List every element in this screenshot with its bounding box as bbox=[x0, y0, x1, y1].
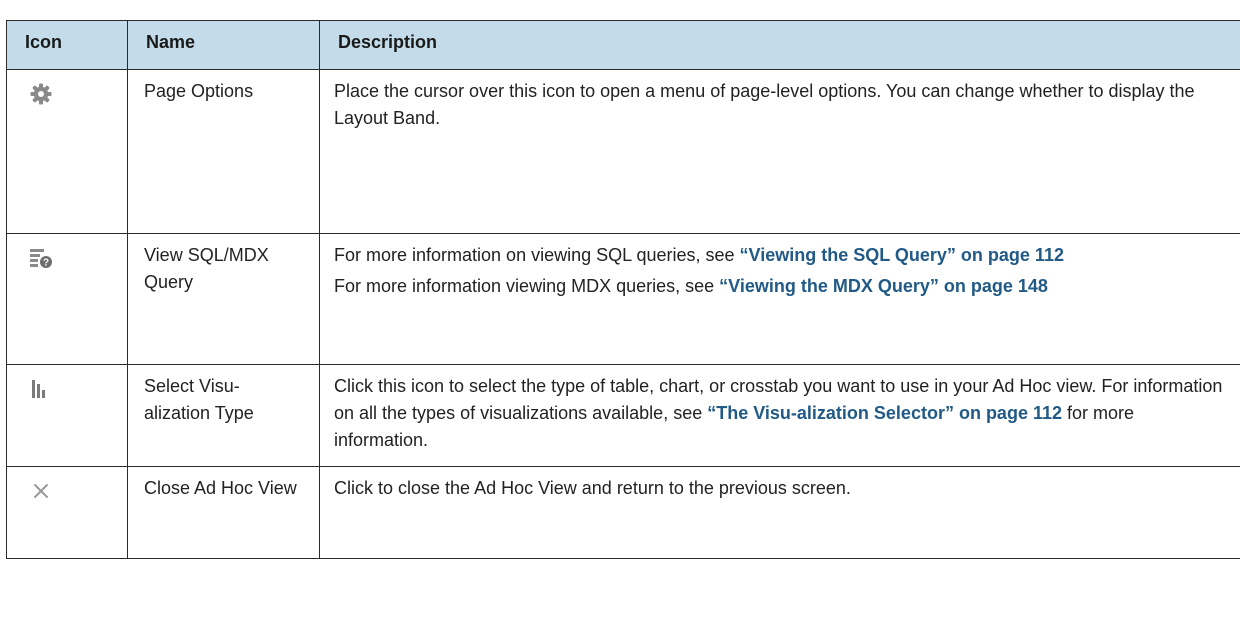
description-text-part: Place the cursor over this icon to open … bbox=[334, 81, 1195, 128]
description-cell: Place the cursor over this icon to open … bbox=[319, 69, 1240, 234]
description-text-part: Click to close the Ad Hoc View and retur… bbox=[334, 478, 851, 498]
item-name: Close Ad Hoc View bbox=[144, 478, 297, 498]
icon-cell: ? bbox=[6, 233, 128, 365]
description-cell: Click this icon to select the type of ta… bbox=[319, 364, 1240, 467]
close-icon[interactable] bbox=[29, 479, 53, 503]
name-cell: Close Ad Hoc View bbox=[127, 466, 320, 559]
icon-cell bbox=[6, 364, 128, 467]
description-text-part: For more information on viewing SQL quer… bbox=[334, 245, 740, 265]
description-text: Click to close the Ad Hoc View and retur… bbox=[334, 475, 1226, 502]
name-cell: View SQL/MDX Query bbox=[127, 233, 320, 365]
icon-cell bbox=[6, 466, 128, 559]
description-text: Place the cursor over this icon to open … bbox=[334, 78, 1226, 132]
gear-icon[interactable] bbox=[29, 82, 53, 106]
name-cell: Page Options bbox=[127, 69, 320, 234]
table-row: Page Options Place the cursor over this … bbox=[6, 69, 1240, 234]
description-text: Click this icon to select the type of ta… bbox=[334, 373, 1226, 454]
header-name: Name bbox=[127, 20, 320, 70]
item-name: Select Visu-alization Type bbox=[144, 376, 254, 423]
item-name: View SQL/MDX Query bbox=[144, 245, 269, 292]
description-text-part: For more information viewing MDX queries… bbox=[334, 276, 720, 296]
icon-reference-table: Icon Name Description Page Options Place… bbox=[6, 20, 1240, 559]
table-header-row: Icon Name Description bbox=[6, 20, 1240, 70]
description-text: For more information on viewing SQL quer… bbox=[334, 242, 1226, 269]
table-row: Close Ad Hoc View Click to close the Ad … bbox=[6, 466, 1240, 559]
icon-cell bbox=[6, 69, 128, 234]
header-icon: Icon bbox=[6, 20, 128, 70]
cross-reference-link[interactable]: “The Visu-alization Selector” on page 11… bbox=[707, 403, 1062, 423]
cross-reference-link[interactable]: “Viewing the MDX Query” on page 148 bbox=[719, 276, 1048, 296]
description-cell: For more information on viewing SQL quer… bbox=[319, 233, 1240, 365]
description-text: For more information viewing MDX queries… bbox=[334, 273, 1226, 300]
description-cell: Click to close the Ad Hoc View and retur… bbox=[319, 466, 1240, 559]
svg-text:?: ? bbox=[43, 258, 49, 269]
bar-chart-icon[interactable] bbox=[29, 377, 53, 401]
table-row: Select Visu-alization Type Click this ic… bbox=[6, 364, 1240, 467]
table-row: ? View SQL/MDX Query For more informatio… bbox=[6, 233, 1240, 365]
cross-reference-link[interactable]: “Viewing the SQL Query” on page 112 bbox=[740, 245, 1064, 265]
header-description: Description bbox=[319, 20, 1240, 70]
item-name: Page Options bbox=[144, 81, 254, 101]
name-cell: Select Visu-alization Type bbox=[127, 364, 320, 467]
query-icon[interactable]: ? bbox=[29, 246, 53, 270]
